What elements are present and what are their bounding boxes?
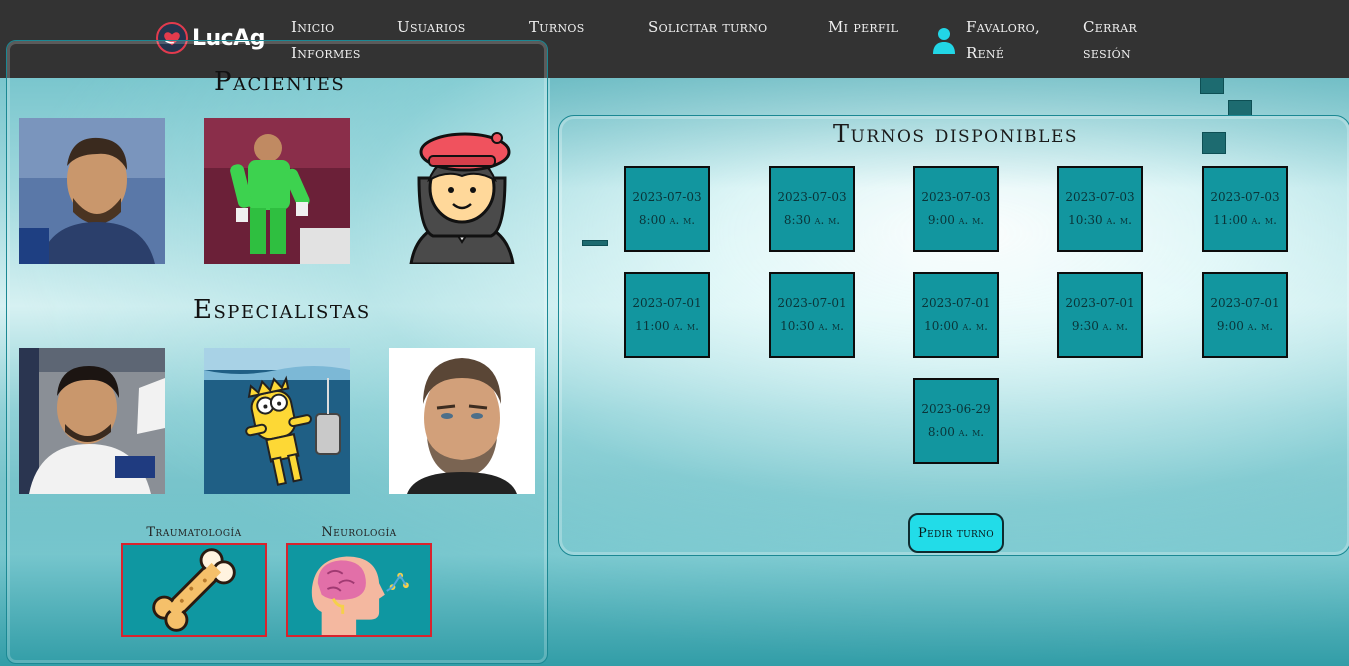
specialty-label-traumatologia: Traumatología xyxy=(146,525,242,540)
slot-date: 2023-07-03 xyxy=(632,190,702,204)
nav-cerrar-sesion-line2[interactable]: sesión xyxy=(1083,40,1131,66)
user-name-line1[interactable]: Favaloro, xyxy=(966,14,1040,40)
slot-date: 2023-07-01 xyxy=(1065,296,1135,310)
especialistas-title: Especialistas xyxy=(193,295,371,325)
slot-date: 2023-07-01 xyxy=(921,296,991,310)
nav-cerrar-sesion-line1[interactable]: Cerrar xyxy=(1083,14,1137,40)
slot-time: 8:00 a. m. xyxy=(638,213,696,227)
nav-turnos[interactable]: Turnos xyxy=(529,14,585,40)
slot-time: 9:30 a. m. xyxy=(1071,319,1129,333)
slot-time: 9:00 a. m. xyxy=(1216,319,1274,333)
slot-time: 8:30 a. m. xyxy=(783,213,841,227)
slot-date: 2023-07-03 xyxy=(921,190,991,204)
brain-icon xyxy=(311,556,409,635)
hallway-sign xyxy=(1228,100,1252,116)
pedir-turno-button[interactable]: Pedir turno xyxy=(908,513,1004,553)
nav-solicitar-turno[interactable]: Solicitar turno xyxy=(648,14,767,40)
slot-time: 10:30 a. m. xyxy=(1068,213,1132,227)
specialty-card-neurologia[interactable] xyxy=(286,543,432,637)
users-panel: Pacientes Especialistas Traumatología Ne… xyxy=(6,40,548,664)
slot-time: 11:00 a. m. xyxy=(635,319,699,333)
slot-date: 2023-07-01 xyxy=(777,296,847,310)
slot-card[interactable]: 2023-07-03 11:00 a. m. xyxy=(1202,166,1288,252)
user-icon xyxy=(933,28,955,54)
slot-card[interactable]: 2023-07-01 10:30 a. m. xyxy=(769,272,855,358)
specialty-label-neurologia: Neurología xyxy=(321,525,397,540)
slot-card[interactable]: 2023-07-01 10:00 a. m. xyxy=(913,272,999,358)
patient-avatar-illustration[interactable] xyxy=(389,118,535,264)
slot-date: 2023-07-03 xyxy=(1065,190,1135,204)
slot-time: 11:00 a. m. xyxy=(1213,213,1277,227)
specialist-photo-player[interactable] xyxy=(19,348,165,494)
turnos-title: Turnos disponibles xyxy=(832,120,1079,148)
slot-date: 2023-06-29 xyxy=(921,402,991,416)
bone-icon xyxy=(152,548,236,632)
slot-time: 8:00 a. m. xyxy=(927,425,985,439)
nav-usuarios[interactable]: Usuarios xyxy=(397,14,466,40)
slot-date: 2023-07-03 xyxy=(777,190,847,204)
specialist-photo-house[interactable] xyxy=(389,348,535,494)
slot-card[interactable]: 2023-07-01 9:30 a. m. xyxy=(1057,272,1143,358)
slot-time: 10:00 a. m. xyxy=(924,319,988,333)
slot-card[interactable]: 2023-07-03 9:00 a. m. xyxy=(913,166,999,252)
nav-inicio[interactable]: Inicio xyxy=(291,14,334,40)
slot-date: 2023-07-01 xyxy=(632,296,702,310)
patient-photo-messi[interactable] xyxy=(19,118,165,264)
slot-time: 10:30 a. m. xyxy=(780,319,844,333)
slot-card[interactable]: 2023-07-03 8:00 a. m. xyxy=(624,166,710,252)
specialist-image-bart[interactable] xyxy=(204,348,350,494)
specialty-card-traumatologia[interactable] xyxy=(121,543,267,637)
turnos-panel: Turnos disponibles 2023-07-03 8:00 a. m.… xyxy=(558,115,1349,556)
nav-mi-perfil[interactable]: Mi perfil xyxy=(828,14,898,40)
patient-photo-goalkeeper[interactable] xyxy=(204,118,350,264)
user-name-line2[interactable]: René xyxy=(966,40,1004,66)
slot-time: 9:00 a. m. xyxy=(927,213,985,227)
pacientes-title: Pacientes xyxy=(214,67,346,97)
slot-card[interactable]: 2023-06-29 8:00 a. m. xyxy=(913,378,999,464)
slot-card[interactable]: 2023-07-01 11:00 a. m. xyxy=(624,272,710,358)
slot-card[interactable]: 2023-07-03 8:30 a. m. xyxy=(769,166,855,252)
slot-card[interactable]: 2023-07-01 9:00 a. m. xyxy=(1202,272,1288,358)
slot-date: 2023-07-01 xyxy=(1210,296,1280,310)
slot-card[interactable]: 2023-07-03 10:30 a. m. xyxy=(1057,166,1143,252)
slot-date: 2023-07-03 xyxy=(1210,190,1280,204)
